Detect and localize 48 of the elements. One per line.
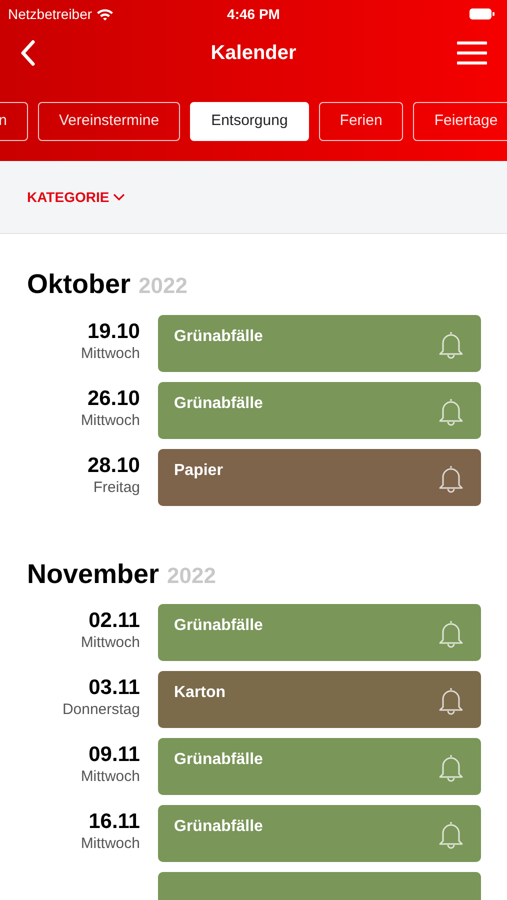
category-tab[interactable]: n [0,102,28,141]
event-weekday: Mittwoch [80,767,140,787]
category-filter[interactable]: KATEGORIE [27,186,126,208]
event-title: Grünabfälle [174,616,263,636]
event-title: Grünabfälle [174,394,263,414]
event-title: Grünabfälle [174,326,263,346]
event-date: 03.11 [88,676,140,700]
event-title: Karton [174,683,226,703]
page-title: Kalender [210,41,296,66]
event-weekday: Mittwoch [80,633,140,653]
event-title: Grünabfälle [174,750,263,770]
menu-icon[interactable] [457,41,487,65]
event-card[interactable]: Karton [158,671,481,728]
event-card[interactable]: Grünabfälle [158,604,481,661]
event-date: 09.11 [88,743,140,767]
clock-text: 4:46 PM [227,4,280,24]
category-tab[interactable]: Ferien [318,102,404,141]
event-date: 02.11 [88,609,140,633]
event-weekday: Mittwoch [80,834,140,854]
event-date: 16.11 [88,810,140,834]
event-date: 28.10 [87,454,140,478]
event-weekday: Freitag [93,478,140,498]
category-tab[interactable]: Entsorgung [190,102,309,141]
carrier-text: Netzbetreiber [8,4,92,24]
wifi-icon [96,8,114,20]
event-card[interactable]: Papier [158,448,481,506]
back-icon[interactable] [20,40,36,66]
month-heading: November [27,558,160,590]
event-card[interactable]: Grünabfälle [158,738,481,795]
event-title: Papier [174,460,223,480]
bell-icon[interactable] [437,752,465,784]
event-card[interactable]: Grünabfälle [158,382,481,438]
event-card[interactable]: Grünabfälle [158,805,481,862]
event-date: 26.10 [87,386,140,410]
bell-icon[interactable] [437,618,465,650]
event-weekday: Mittwoch [80,410,140,430]
month-heading: Oktober [27,268,131,301]
category-tab[interactable]: Vereinstermine [38,102,180,141]
event-date: 19.10 [87,320,140,344]
event-title: Grünabfälle [174,817,263,837]
chevron-down-icon [113,193,126,201]
event-weekday: Donnerstag [62,700,140,720]
event-card[interactable]: Grünabfälle [158,314,481,372]
event-weekday: Mittwoch [80,344,140,364]
category-tab[interactable]: Feiertage [413,102,507,141]
bell-icon[interactable] [437,819,465,851]
bell-icon[interactable] [437,685,465,717]
battery-icon [469,8,495,20]
